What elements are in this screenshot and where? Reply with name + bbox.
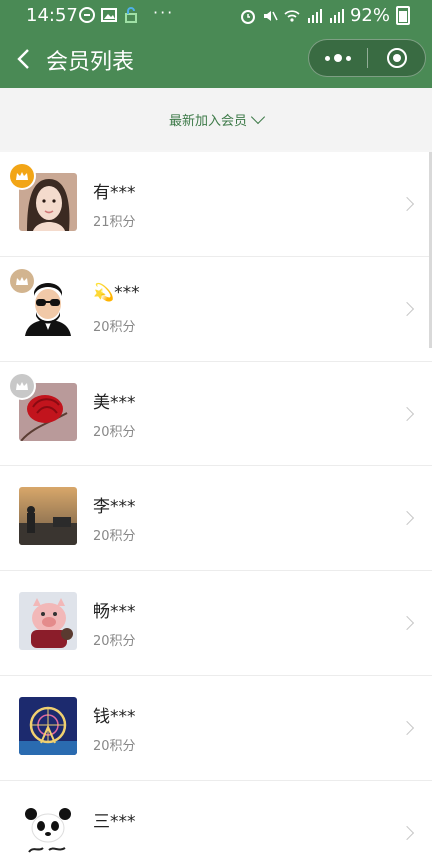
signal-icon xyxy=(329,8,344,23)
chevron-right-icon xyxy=(399,511,415,526)
close-target-icon xyxy=(387,48,407,68)
member-points: 21积分 xyxy=(93,215,136,230)
notification-icons xyxy=(79,7,139,23)
member-row[interactable]: 有*** 21积分 xyxy=(0,152,432,257)
crown-bronze-icon xyxy=(10,268,34,293)
chevron-right-icon xyxy=(399,301,415,316)
member-points: 20积分 xyxy=(93,529,136,545)
image-icon xyxy=(101,8,117,22)
nav-bar: 会员列表 xyxy=(0,30,432,88)
member-name: 美*** xyxy=(93,392,136,413)
member-name: 有*** xyxy=(93,183,136,203)
member-row[interactable]: 钱*** 20积分 xyxy=(0,675,432,781)
signal-4g-icon xyxy=(307,8,322,23)
member-name: 💫*** xyxy=(93,282,140,303)
member-row[interactable]: 李*** 20积分 xyxy=(0,466,432,572)
member-points: 20积分 xyxy=(93,319,136,335)
chevron-right-icon xyxy=(399,616,415,631)
chevron-right-icon xyxy=(399,406,415,421)
app-header: 14:57 ··· 92% 会员列表 xyxy=(0,0,432,88)
page-title: 会员列表 xyxy=(46,50,135,75)
system-status: 92% xyxy=(240,5,410,26)
more-notifications-icon: ··· xyxy=(153,3,175,22)
chevron-right-icon xyxy=(399,720,415,736)
member-points: 20积分 xyxy=(93,424,136,440)
wifi-icon xyxy=(284,9,300,22)
status-time: 14:57 xyxy=(26,5,78,26)
message-icon xyxy=(79,7,95,23)
member-points: 20积分 xyxy=(93,634,136,650)
chevron-left-icon xyxy=(17,49,29,69)
close-miniprogram-button[interactable] xyxy=(368,40,426,76)
avatar xyxy=(19,487,77,546)
miniprogram-capsule xyxy=(308,39,426,77)
member-row[interactable]: 畅*** 20积分 xyxy=(0,571,432,676)
avatar xyxy=(19,696,77,755)
member-name: 畅*** xyxy=(93,602,136,623)
battery-icon xyxy=(396,6,410,25)
member-points: 20积分 xyxy=(93,738,136,754)
member-name: 钱*** xyxy=(93,706,136,727)
member-row[interactable]: 💫*** 20积分 xyxy=(0,256,432,362)
back-button[interactable] xyxy=(8,42,38,76)
avatar xyxy=(19,592,77,651)
lock-icon xyxy=(125,7,137,23)
mute-icon xyxy=(263,10,278,21)
more-dots-icon xyxy=(325,55,330,61)
crown-silver-icon xyxy=(10,373,34,398)
member-name: 三*** xyxy=(93,811,136,832)
member-row[interactable]: 三*** xyxy=(0,780,432,853)
member-row[interactable]: 美*** 20积分 xyxy=(0,361,432,467)
member-list: 有*** 21积分 💫*** 20积分 美*** 20积分 李*** 20积分 … xyxy=(0,152,432,853)
alarm-icon xyxy=(240,9,255,24)
member-name: 李*** xyxy=(93,497,136,518)
crown-gold-icon xyxy=(10,164,34,188)
chevron-down-icon xyxy=(250,109,266,124)
chevron-right-icon xyxy=(399,825,415,840)
chevron-right-icon xyxy=(399,196,415,212)
battery-percent: 92% xyxy=(349,5,390,26)
avatar xyxy=(19,801,77,853)
sort-filter-dropdown[interactable]: 最新加入会员 xyxy=(0,88,432,150)
sort-filter-label: 最新加入会员 xyxy=(168,113,247,129)
more-button[interactable] xyxy=(309,40,367,76)
status-bar: 14:57 ··· 92% xyxy=(0,0,432,30)
